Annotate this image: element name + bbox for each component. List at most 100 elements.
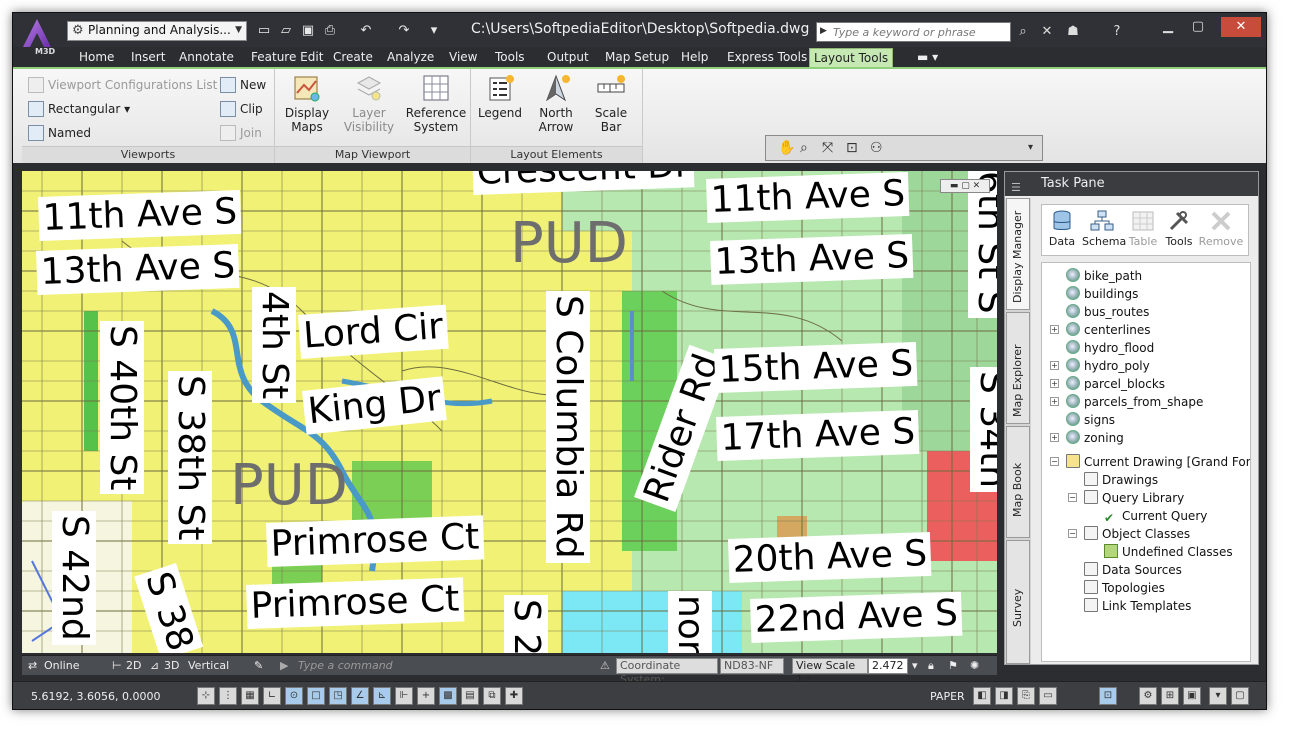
tab-layout-tools[interactable]: Layout Tools [809, 48, 894, 67]
hardware-acceleration-icon[interactable]: ▣ [1183, 687, 1201, 705]
zoom-window-icon[interactable]: ⊡ [846, 140, 858, 156]
display-maps-button[interactable]: Display Maps [281, 73, 333, 134]
quick-view-layouts-icon[interactable]: ◧ [973, 687, 991, 705]
tab-express-tools[interactable]: Express Tools [723, 48, 811, 67]
undo-icon[interactable]: ↶ [357, 22, 375, 40]
tab-feature-edit[interactable]: Feature Edit [247, 48, 327, 67]
online-icon[interactable]: ⇄ [28, 658, 37, 674]
annotation-icon[interactable]: ⚑ [948, 658, 958, 674]
maximize-viewport-icon[interactable]: ⊡ [1099, 687, 1117, 705]
tree-layer-buildings[interactable]: buildings [1066, 285, 1138, 303]
3d-icon[interactable]: ⊿ [150, 658, 159, 674]
tree-undefined-classes[interactable]: Undefined Classes [1104, 543, 1233, 561]
reference-system-button[interactable]: Reference System [405, 73, 467, 134]
tree-layer-hydro-flood[interactable]: hydro_flood [1066, 339, 1154, 357]
rectangular-button[interactable]: Rectangular ▾ [26, 99, 130, 119]
toolbar-dropdown-icon[interactable]: ▾ [1028, 142, 1033, 153]
lightbulb-icon[interactable]: ✺ [970, 658, 979, 674]
collapse-icon[interactable]: − [1068, 529, 1077, 538]
print-icon[interactable]: ⎙ [321, 22, 339, 40]
tab-map-book[interactable]: Map Book [1006, 426, 1030, 538]
collapse-icon[interactable]: − [1068, 493, 1077, 502]
scale-dropdown-icon[interactable]: ▾ [912, 658, 918, 674]
data-button[interactable]: Data [1046, 209, 1078, 248]
clip-button[interactable]: Clip [218, 99, 263, 119]
wrench-icon[interactable]: ✎ [254, 658, 263, 674]
3d-label[interactable]: 3D [164, 658, 179, 674]
expand-icon[interactable]: + [1050, 361, 1059, 370]
tab-annotate[interactable]: Annotate [175, 48, 238, 67]
schema-button[interactable]: Schema [1082, 209, 1126, 248]
coordinate-system-value[interactable]: ND83-NF [720, 658, 784, 674]
tab-view[interactable]: View [445, 48, 481, 67]
scale-bar-button[interactable]: Scale Bar [585, 73, 637, 134]
quick-view-drawings-icon[interactable]: ◨ [995, 687, 1013, 705]
tree-link-templates[interactable]: Link Templates [1084, 597, 1191, 615]
remove-button[interactable]: Remove [1198, 209, 1244, 248]
save-icon[interactable]: ▣ [299, 22, 317, 40]
tab-home[interactable]: Home [75, 48, 118, 67]
north-arrow-button[interactable]: North Arrow [531, 73, 581, 134]
legend-button[interactable]: Legend [473, 73, 527, 120]
open-folder-icon[interactable]: ▱ [277, 22, 295, 40]
layout-icon[interactable]: ▭ [1039, 687, 1057, 705]
account-icon[interactable]: ☗ [1063, 22, 1083, 42]
help-icon[interactable]: ? [1107, 22, 1127, 42]
tab-map-setup[interactable]: Map Setup [601, 48, 673, 67]
tab-help[interactable]: Help [677, 48, 712, 67]
tab-analyze[interactable]: Analyze [383, 48, 438, 67]
tab-survey[interactable]: Survey [1006, 540, 1030, 664]
2d-icon[interactable]: ⊢ [112, 658, 122, 674]
model-icon[interactable]: ⎘ [1017, 687, 1035, 705]
tree-query-library[interactable]: − Query Library [1068, 489, 1184, 507]
walk-icon[interactable]: ⚇ [870, 140, 883, 156]
viewport-configurations-list[interactable]: Viewport Configurations List ▾ [26, 75, 227, 95]
online-label[interactable]: Online [44, 658, 79, 674]
tab-tools[interactable]: Tools [491, 48, 529, 67]
orbit-icon[interactable]: ⤧ [822, 140, 833, 156]
tree-layer-bus-routes[interactable]: bus_routes [1066, 303, 1149, 321]
pan-icon[interactable]: ✋ [778, 140, 795, 156]
tree-current-query[interactable]: ✔ Current Query [1104, 507, 1207, 525]
tree-data-sources[interactable]: Data Sources [1084, 561, 1182, 579]
lock-icon[interactable]: 🔒︎ [928, 658, 934, 674]
status-menu-icon[interactable]: ▾ [1209, 687, 1227, 705]
collapse-icon[interactable]: − [1050, 457, 1059, 466]
ortho-icon[interactable]: ∟ [263, 687, 281, 705]
map-canvas[interactable]: PUD PUD 11th Ave S 13th Ave S 4th St Cre… [22, 171, 997, 653]
ducs-icon[interactable]: ⊾ [373, 687, 391, 705]
search-input[interactable]: ▶ Type a keyword or phrase [816, 22, 1011, 42]
tree-layer-signs[interactable]: signs [1066, 411, 1115, 429]
redo-icon[interactable]: ↷ [395, 22, 413, 40]
polar-icon[interactable]: ⊙ [285, 687, 303, 705]
otrack-icon[interactable]: ∠ [351, 687, 369, 705]
layer-visibility-button[interactable]: Layer Visibility [339, 73, 399, 134]
app-menu-button[interactable]: M3D [17, 15, 61, 59]
workspace-select[interactable]: ⚙ Planning and Analysis... ▼ [67, 21, 247, 41]
new-viewport-button[interactable]: New [218, 75, 266, 95]
minimize-button[interactable]: ▁ [1155, 17, 1181, 37]
tree-topologies[interactable]: Topologies [1084, 579, 1165, 597]
selection-cycling-icon[interactable]: ⧉ [483, 687, 501, 705]
toolbar-lock-icon[interactable]: ⊞ [1161, 687, 1179, 705]
tab-create[interactable]: Create [329, 48, 377, 67]
expand-icon[interactable]: + [1050, 379, 1059, 388]
tree-drawings[interactable]: Drawings [1084, 471, 1158, 489]
tree-layer-bike-path[interactable]: bike_path [1066, 267, 1142, 285]
exchange-icon[interactable]: ✕ [1037, 22, 1057, 42]
tree-layer-hydro-poly[interactable]: + hydro_poly [1050, 357, 1150, 375]
tab-insert[interactable]: Insert [127, 48, 169, 67]
tree-layer-zoning[interactable]: + zoning [1050, 429, 1124, 447]
grid-display-icon[interactable]: ▦ [241, 687, 259, 705]
expand-icon[interactable]: + [1050, 397, 1059, 406]
dyn-icon[interactable]: ⊩ [395, 687, 413, 705]
2d-label[interactable]: 2D [126, 658, 141, 674]
new-file-icon[interactable]: ▭ [255, 22, 273, 40]
expand-icon[interactable]: + [1050, 433, 1059, 442]
quick-properties-icon[interactable]: ▤ [461, 687, 479, 705]
infer-constraints-icon[interactable]: ⊹ [197, 687, 215, 705]
zoom-icon[interactable]: ⌕ [800, 140, 808, 156]
tree-object-classes[interactable]: − Object Classes [1068, 525, 1190, 543]
expand-icon[interactable]: + [1050, 325, 1059, 334]
tree-layer-parcels-from-shape[interactable]: + parcels_from_shape [1050, 393, 1203, 411]
